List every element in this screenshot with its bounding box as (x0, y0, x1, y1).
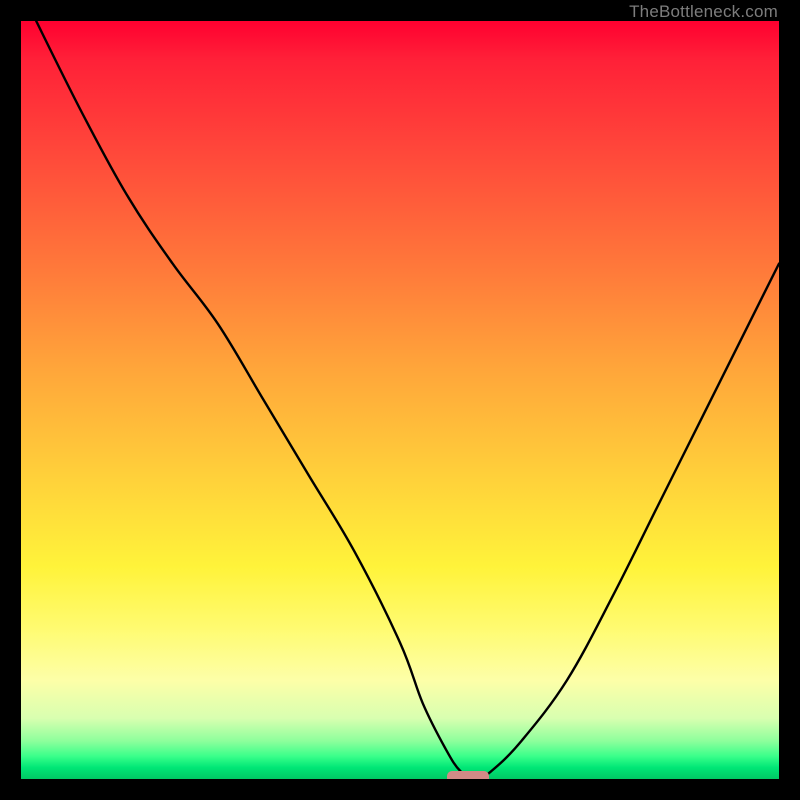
bottleneck-curve (21, 21, 779, 779)
plot-area (21, 21, 779, 779)
optimal-marker (447, 771, 489, 779)
chart-frame: TheBottleneck.com (0, 0, 800, 800)
watermark-text: TheBottleneck.com (629, 2, 778, 22)
